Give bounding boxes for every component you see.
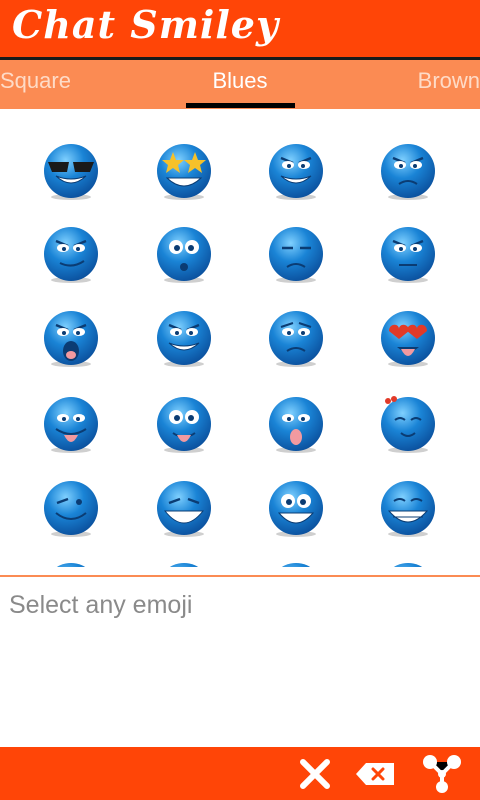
app-header: Chat Smiley [0, 0, 480, 60]
backspace-button[interactable] [353, 753, 397, 795]
emoji-shocked[interactable] [155, 225, 213, 283]
emoji-wink-meh[interactable] [267, 225, 325, 283]
message-placeholder: Select any emoji [9, 591, 193, 619]
app-root: Chat Smiley Square Blues Brown Select an… [0, 0, 480, 800]
emoji-wink[interactable] [42, 479, 100, 537]
emoji-partial[interactable] [379, 561, 437, 567]
emoji-partial[interactable] [155, 561, 213, 567]
backspace-icon [356, 763, 394, 785]
emoji-grin-sly[interactable] [267, 142, 325, 200]
tab-brown[interactable]: Brown [418, 68, 480, 94]
emoji-worried[interactable] [267, 309, 325, 367]
emoji-star-eyes[interactable] [155, 142, 213, 200]
emoji-excited[interactable] [267, 479, 325, 537]
emoji-grumpy[interactable] [379, 225, 437, 283]
message-input[interactable]: Select any emoji [0, 577, 480, 747]
emoji-yell[interactable] [42, 309, 100, 367]
emoji-partial[interactable] [267, 561, 325, 567]
emoji-heart-eyes[interactable] [379, 309, 437, 367]
emoji-goofy[interactable] [155, 395, 213, 453]
emoji-sunglasses[interactable] [42, 142, 100, 200]
emoji-grid [0, 109, 480, 567]
emoji-grin-angry[interactable] [155, 309, 213, 367]
tab-blues[interactable]: Blues [0, 68, 480, 94]
emoji-tongue-out[interactable] [267, 395, 325, 453]
close-icon [300, 759, 330, 789]
emoji-in-love[interactable] [379, 395, 437, 453]
emoji-angry[interactable] [379, 142, 437, 200]
share-button[interactable] [421, 753, 463, 795]
clear-button[interactable] [294, 753, 336, 795]
emoji-tongue[interactable] [42, 395, 100, 453]
emoji-smirk[interactable] [42, 225, 100, 283]
emoji-laugh[interactable] [155, 479, 213, 537]
share-icon [423, 755, 461, 793]
bottom-toolbar [0, 747, 480, 800]
tab-selected-indicator [186, 103, 295, 108]
app-title: Chat Smiley [12, 2, 280, 47]
emoji-partial[interactable] [42, 561, 100, 567]
emoji-big-grin[interactable] [379, 479, 437, 537]
tab-bar: Square Blues Brown [0, 60, 480, 109]
